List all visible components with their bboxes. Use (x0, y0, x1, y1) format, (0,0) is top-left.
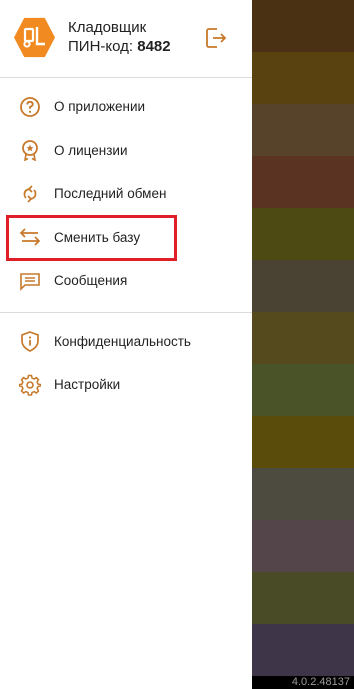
logout-icon[interactable] (203, 25, 229, 51)
badge-icon (19, 139, 41, 162)
backdrop-stripe (252, 208, 354, 260)
drawer-header: Кладовщик ПИН-код: 8482 (0, 0, 252, 77)
menu-item-label: О лицензии (54, 142, 128, 158)
navigation-drawer: Кладовщик ПИН-код: 8482 О приложении О л… (0, 0, 252, 689)
backdrop-stripe (252, 52, 354, 104)
backdrop-stripe (252, 624, 354, 676)
menu-item-privacy[interactable]: Конфиденциальность (0, 320, 252, 364)
backdrop-stripe (252, 364, 354, 416)
menu-group-main: О приложении О лицензии Последний обмен … (0, 85, 252, 303)
question-circle-icon (19, 96, 41, 118)
menu-item-label: Конфиденциальность (54, 333, 191, 349)
message-icon (19, 270, 41, 292)
backdrop-stripe (252, 520, 354, 572)
menu-item-label: Последний обмен (54, 186, 167, 202)
highlight-box (6, 215, 177, 261)
backdrop-stripe (252, 260, 354, 312)
user-name: Кладовщик (68, 19, 147, 36)
backdrop-stripe (252, 312, 354, 364)
menu-item-about-license[interactable]: О лицензии (0, 129, 252, 173)
menu-item-label: О приложении (54, 99, 146, 115)
backdrop-stripe (252, 104, 354, 156)
menu-item-last-sync[interactable]: Последний обмен (0, 172, 252, 216)
menu-item-messages[interactable]: Сообщения (0, 259, 252, 303)
backdrop-stripe (252, 416, 354, 468)
pin-value: 8482 (137, 38, 171, 55)
menu-item-label: Настройки (54, 377, 121, 393)
backdrop-stripe (252, 468, 354, 520)
sync-icon (19, 183, 41, 205)
version-label: 4.0.2.48137 (252, 676, 354, 689)
menu-item-about-app[interactable]: О приложении (0, 85, 252, 129)
menu-item-settings[interactable]: Настройки (0, 363, 252, 407)
backdrop-stripe (252, 572, 354, 624)
forklift-logo-icon (14, 17, 55, 58)
shield-info-icon (19, 330, 41, 353)
pin-code: ПИН-код: 8482 (68, 38, 171, 55)
dimmed-background[interactable] (252, 0, 354, 676)
gear-icon (19, 374, 41, 396)
backdrop-stripe (252, 0, 354, 52)
menu-item-label: Сообщения (54, 273, 128, 289)
backdrop-stripe (252, 156, 354, 208)
menu-group-secondary: Конфиденциальность Настройки (0, 320, 252, 407)
pin-label: ПИН-код: (68, 38, 134, 55)
